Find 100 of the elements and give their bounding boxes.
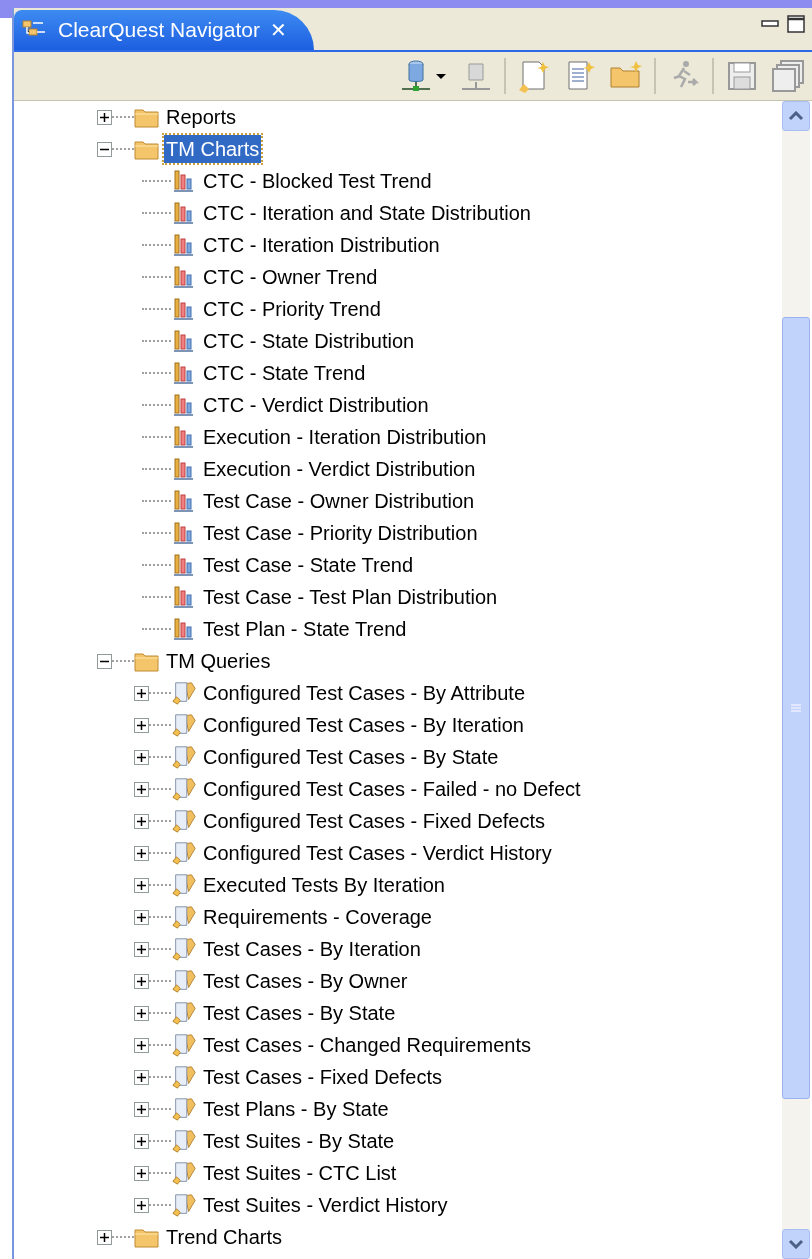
tree-item[interactable]: Test Cases - Changed Requirements — [201, 1031, 533, 1059]
expand-toggle[interactable] — [134, 1197, 149, 1213]
chevron-down-icon — [788, 1239, 804, 1249]
tree-item[interactable]: Configured Test Cases - Fixed Defects — [201, 807, 547, 835]
tree-item[interactable]: Configured Test Cases - Failed - no Defect — [201, 775, 583, 803]
plus-icon — [137, 752, 146, 762]
tree-item[interactable]: Test Case - Test Plan Distribution — [201, 583, 500, 611]
plus-icon — [137, 720, 146, 730]
collapse-toggle[interactable] — [97, 653, 112, 669]
tree-item[interactable]: Configured Test Cases - By Attribute — [201, 679, 527, 707]
tree-item[interactable]: Test Suites - By State — [201, 1127, 397, 1155]
tree-item[interactable]: CTC - State Trend — [201, 359, 368, 387]
expand-toggle[interactable] — [134, 685, 149, 701]
expand-toggle[interactable] — [134, 749, 149, 765]
expand-toggle[interactable] — [134, 941, 149, 957]
expand-toggle[interactable] — [134, 1165, 149, 1181]
expand-toggle[interactable] — [134, 1133, 149, 1149]
tree-item[interactable]: Execution - Verdict Distribution — [201, 455, 478, 483]
maximize-icon[interactable] — [786, 14, 806, 34]
tree-item[interactable]: TM Queries — [164, 647, 273, 675]
expand-toggle[interactable] — [134, 909, 149, 925]
tree-item[interactable]: Executed Tests By Iteration — [201, 871, 447, 899]
caret-icon[interactable] — [434, 71, 448, 81]
expand-toggle[interactable] — [134, 1069, 149, 1085]
tree-item[interactable]: TM Charts — [164, 135, 262, 163]
tree-item[interactable]: Configured Test Cases - By Iteration — [201, 711, 526, 739]
query-document-icon — [171, 936, 197, 962]
tree-item[interactable]: CTC - Verdict Distribution — [201, 391, 431, 419]
tree-item[interactable]: Test Case - Owner Distribution — [201, 487, 477, 515]
tree-item[interactable]: CTC - Owner Trend — [201, 263, 380, 291]
tree-item[interactable]: Configured Test Cases - By State — [201, 743, 501, 771]
tree-item[interactable]: CTC - Priority Trend — [201, 295, 383, 323]
tree-item[interactable]: Test Plan - State Trend — [201, 615, 409, 643]
bar-chart-icon — [172, 521, 196, 545]
tree-item[interactable]: CTC - Iteration and State Distribution — [201, 199, 533, 227]
tree-item[interactable]: Test Cases - Fixed Defects — [201, 1063, 444, 1091]
scroll-thumb[interactable] — [782, 317, 810, 1099]
view-tab[interactable]: ClearQuest Navigator ✕ — [14, 10, 314, 50]
expand-toggle[interactable] — [134, 877, 149, 893]
plus-icon — [100, 112, 109, 122]
folder-icon — [134, 1226, 160, 1248]
bar-chart-icon — [172, 169, 196, 193]
tree-item[interactable]: CTC - State Distribution — [201, 327, 417, 355]
query-document-icon — [171, 872, 197, 898]
tree-item[interactable]: Test Case - State Trend — [201, 551, 416, 579]
expand-toggle[interactable] — [134, 1005, 149, 1021]
plus-icon — [137, 816, 146, 826]
tree-item[interactable]: CTC - Iteration Distribution — [201, 231, 442, 259]
tree-item[interactable]: Test Cases - By Owner — [201, 967, 410, 995]
tree-item[interactable]: Trend Charts — [164, 1223, 284, 1251]
query-document-icon — [171, 1000, 197, 1026]
plus-icon — [137, 1136, 146, 1146]
tree-item[interactable]: Test Case - Priority Distribution — [201, 519, 480, 547]
tree-item[interactable]: Test Cases - By Iteration — [201, 935, 423, 963]
expand-toggle[interactable] — [134, 781, 149, 797]
plus-icon — [137, 912, 146, 922]
query-document-icon — [171, 808, 197, 834]
scroll-up-button[interactable] — [782, 101, 810, 131]
plus-icon — [137, 1168, 146, 1178]
tree-item[interactable]: CTC - Blocked Test Trend — [201, 167, 434, 195]
plus-icon — [137, 688, 146, 698]
query-document-icon — [171, 776, 197, 802]
expand-toggle[interactable] — [97, 109, 112, 125]
bar-chart-icon — [172, 489, 196, 513]
expand-toggle[interactable] — [134, 1101, 149, 1117]
expand-toggle[interactable] — [134, 1037, 149, 1053]
query-document-icon — [171, 712, 197, 738]
grip-icon — [790, 703, 802, 713]
tree-item[interactable]: Requirements - Coverage — [201, 903, 434, 931]
collapse-toggle[interactable] — [97, 141, 112, 157]
tree-item[interactable]: Configured Test Cases - Verdict History — [201, 839, 554, 867]
bar-chart-icon — [172, 361, 196, 385]
plus-icon — [137, 1200, 146, 1210]
query-document-icon — [171, 1128, 197, 1154]
tree-item[interactable]: Reports — [164, 103, 239, 131]
bar-chart-icon — [172, 393, 196, 417]
expand-toggle[interactable] — [134, 813, 149, 829]
scrollbar[interactable] — [782, 101, 810, 1259]
tree-item[interactable]: Test Plans - By State — [201, 1095, 391, 1123]
folder-icon — [134, 106, 160, 128]
query-document-icon — [171, 968, 197, 994]
bar-chart-icon — [172, 329, 196, 353]
expand-toggle[interactable] — [134, 973, 149, 989]
plus-icon — [137, 944, 146, 954]
query-document-icon — [171, 1064, 197, 1090]
scroll-down-button[interactable] — [782, 1229, 810, 1259]
expand-toggle[interactable] — [134, 717, 149, 733]
tree-item[interactable]: Test Suites - CTC List — [201, 1159, 399, 1187]
chevron-up-icon — [788, 111, 804, 121]
bar-chart-icon — [172, 457, 196, 481]
tree-item[interactable]: Test Cases - By State — [201, 999, 398, 1027]
expand-toggle[interactable] — [97, 1229, 112, 1245]
plus-icon — [137, 976, 146, 986]
close-button[interactable]: ✕ — [265, 18, 291, 42]
expand-toggle[interactable] — [134, 845, 149, 861]
tree-item[interactable]: Execution - Iteration Distribution — [201, 423, 489, 451]
bar-chart-icon — [172, 201, 196, 225]
bar-chart-icon — [172, 617, 196, 641]
tree-item[interactable]: Test Suites - Verdict History — [201, 1191, 450, 1219]
query-document-icon — [171, 744, 197, 770]
